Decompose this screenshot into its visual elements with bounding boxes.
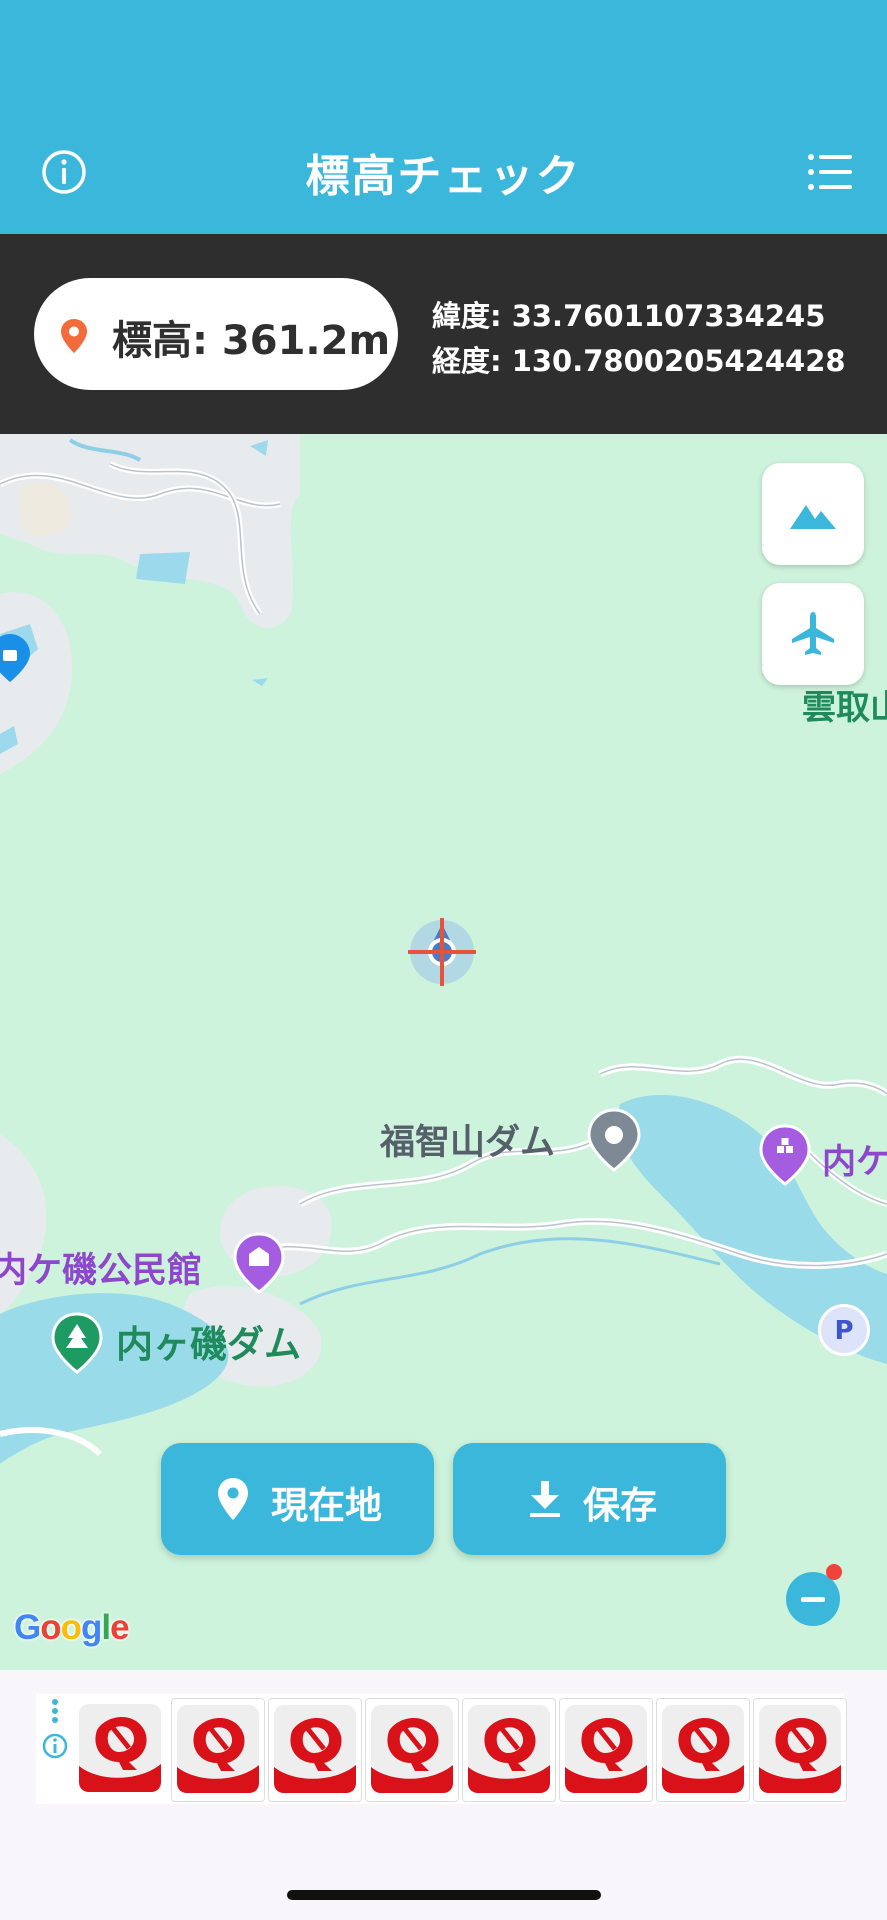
parking-label: P [834, 1316, 854, 1346]
map-view[interactable]: 雲取山 福智山ダム 内ケ 内ケ磯公民館 内ヶ磯ダム P [0, 434, 887, 1670]
crosshair-icon [408, 918, 476, 986]
ad-app-logo-icon [759, 1705, 841, 1793]
longitude-text: 経度: 130.7800205424428 [432, 344, 846, 378]
ad-app-logo-icon [662, 1705, 744, 1793]
flight-button[interactable] [762, 583, 864, 685]
map-label-uchigaiso-dam: 内ヶ磯ダム [116, 1323, 301, 1366]
ad-choices-icon[interactable] [42, 1698, 68, 1764]
airplane-icon [792, 612, 834, 655]
ad-tile[interactable] [171, 1698, 265, 1802]
ad-app-logo-icon [79, 1704, 161, 1792]
park-poi-icon [51, 1312, 103, 1374]
ad-app-logo-icon [371, 1705, 453, 1793]
parking-poi-icon: P [818, 1304, 870, 1356]
elevation-value: 標高: 361.2m [112, 318, 391, 364]
map-label-fukuchiyama-dam: 福智山ダム [380, 1123, 556, 1163]
coordinates: 緯度: 33.7601107334245 経度: 130.78002054244… [432, 294, 846, 384]
save-button[interactable]: 保存 [453, 1443, 726, 1555]
notification-dot [826, 1564, 842, 1580]
map-label-uchigaiso-hall: 内ケ磯公民館 [0, 1251, 203, 1291]
ad-app-logo-icon [565, 1705, 647, 1793]
hall-poi-icon [233, 1232, 285, 1294]
page-title: 標高チェック [305, 151, 582, 202]
ad-app-logo-icon [274, 1705, 356, 1793]
ad-tile[interactable] [74, 1698, 166, 1800]
map-label-kumotori: 雲取山 [802, 688, 887, 728]
ad-tile[interactable] [656, 1698, 750, 1802]
download-icon [530, 1481, 560, 1517]
ad-tile[interactable] [365, 1698, 459, 1802]
home-indicator [287, 1890, 601, 1900]
ad-app-logo-icon [177, 1705, 259, 1793]
location-pin-icon [218, 1478, 248, 1520]
save-label: 保存 [583, 1484, 657, 1527]
terrain-button[interactable] [762, 463, 864, 565]
map-label-uchiga: 内ケ [822, 1142, 887, 1182]
shopping-poi-icon [0, 634, 30, 682]
location-pin-icon [61, 319, 87, 353]
map-background [0, 434, 887, 1464]
ad-tile[interactable] [268, 1698, 362, 1802]
zoom-out-button[interactable] [786, 1572, 840, 1626]
menu-button[interactable] [806, 148, 854, 196]
latitude-text: 緯度: 33.7601107334245 [432, 299, 826, 333]
google-logo: Google [14, 1608, 130, 1647]
ad-app-logo-icon [468, 1705, 550, 1793]
building-poi-icon [759, 1124, 811, 1186]
current-location-label: 現在地 [271, 1484, 382, 1527]
dam-poi-icon [587, 1108, 641, 1172]
mountain-icon [790, 505, 836, 529]
ad-tile[interactable] [753, 1698, 847, 1802]
ad-tile[interactable] [559, 1698, 653, 1802]
list-icon [808, 154, 852, 190]
ad-tile[interactable] [462, 1698, 556, 1802]
current-location-button[interactable]: 現在地 [161, 1443, 434, 1555]
